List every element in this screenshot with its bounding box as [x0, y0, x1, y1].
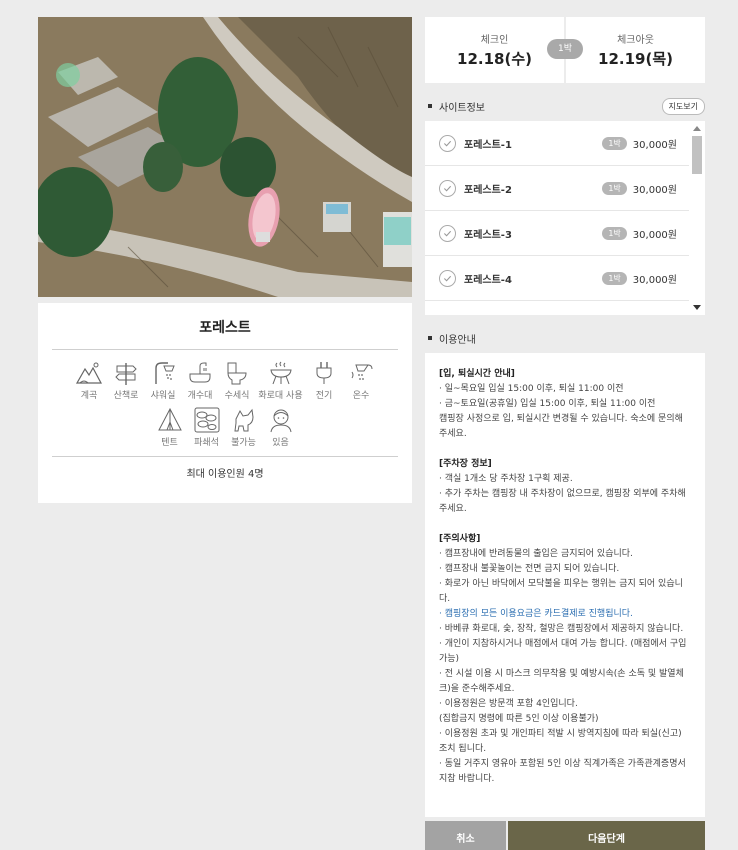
- amenity-item: 샤워실: [147, 360, 180, 401]
- booking-panel: 체크인 12.18(수) 체크아웃 12.19(목) 1박 사이트정보 지도보기…: [425, 17, 705, 850]
- gravel-icon: [194, 407, 219, 433]
- amenity-item: 있음: [264, 407, 297, 448]
- guide-title: 이용안내: [425, 331, 476, 346]
- nights-badge: 1박: [547, 39, 583, 59]
- next-step-button[interactable]: 다음단계: [508, 821, 705, 850]
- cancel-button[interactable]: 취소: [425, 821, 506, 850]
- site-row[interactable]: 포레스트-3 1박 30,000원: [425, 211, 689, 256]
- amenity-list: 계곡 산책로 샤워실 개수대 수세식 화로대 사용 전기 온수 텐트 파쇄석 불…: [52, 360, 398, 448]
- site-row-nights: 1박: [602, 271, 627, 285]
- valley-icon: [76, 362, 102, 384]
- checkout-date: 12.19(목): [598, 50, 673, 68]
- site-row[interactable]: 포레스트-1 1박 30,000원: [425, 121, 689, 166]
- card-divider: [52, 456, 398, 457]
- check-circle-icon[interactable]: [439, 269, 456, 287]
- site-list-scrollbar[interactable]: [689, 121, 705, 315]
- site-row-name: 포레스트-4: [464, 274, 512, 286]
- plug-icon: [316, 362, 332, 384]
- site-row-nights: 1박: [602, 181, 627, 195]
- site-list: 포레스트-1 1박 30,000원 포레스트-2 1박 30,000원 포레스트…: [425, 121, 689, 301]
- amenity-item: 전기: [308, 360, 341, 401]
- amenity-item: 개수대: [184, 360, 217, 401]
- check-circle-icon[interactable]: [439, 224, 456, 242]
- checkin-box[interactable]: 체크인 12.18(수): [425, 17, 564, 83]
- site-row-nights: 1박: [602, 226, 627, 240]
- amenity-item: 온수: [345, 360, 378, 401]
- site-row-name: 포레스트-1: [464, 139, 512, 151]
- site-row-price: 30,000원: [632, 184, 677, 196]
- shower-icon: [155, 362, 175, 384]
- scroll-up-arrow-icon[interactable]: [693, 126, 701, 131]
- amenity-item: 수세식: [221, 360, 254, 401]
- checkout-box[interactable]: 체크아웃 12.19(목): [566, 17, 705, 83]
- tent-icon: [157, 407, 182, 431]
- amenity-item: 텐트: [153, 407, 186, 448]
- parking-section: [주차장 정보] · 객실 1개소 당 주차장 1구획 제공. · 추가 주차는…: [439, 459, 686, 514]
- date-selector: 체크인 12.18(수) 체크아웃 12.19(목) 1박: [425, 17, 705, 83]
- sink-icon: [189, 362, 211, 383]
- checkin-time-section: [입, 퇴실시간 안내] · 일~목요일 입실 15:00 이후, 퇴실 11:…: [439, 369, 683, 439]
- map-view-button[interactable]: 지도보기: [661, 97, 705, 115]
- checkout-label: 체크아웃: [617, 35, 654, 46]
- scroll-down-arrow-icon[interactable]: [693, 305, 701, 310]
- site-row-price: 30,000원: [632, 274, 677, 286]
- site-row[interactable]: 포레스트-4 1박 30,000원: [425, 256, 689, 301]
- amenity-item: 파쇄석: [190, 407, 223, 448]
- site-title: 포레스트: [52, 317, 398, 350]
- site-list-container[interactable]: 포레스트-1 1박 30,000원 포레스트-2 1박 30,000원 포레스트…: [425, 121, 705, 315]
- site-info-header: 사이트정보 지도보기: [425, 91, 705, 121]
- site-aerial-photo: [38, 17, 412, 297]
- site-row[interactable]: 포레스트-2 1박 30,000원: [425, 166, 689, 211]
- site-row-name: 포레스트-2: [464, 184, 512, 196]
- site-info-title: 사이트정보: [425, 99, 485, 114]
- hot-water-icon: [351, 364, 373, 380]
- amenity-item: 계곡: [73, 360, 106, 401]
- site-detail-panel: 포레스트 계곡 산책로 샤워실 개수대 수세식 화로대 사용 전기 온수 텐트 …: [38, 17, 412, 503]
- trail-sign-icon: [115, 363, 137, 385]
- amenity-item: 화로대 사용: [258, 360, 304, 401]
- toilet-icon: [227, 362, 247, 385]
- check-circle-icon[interactable]: [439, 134, 456, 152]
- site-summary-card: 포레스트 계곡 산책로 샤워실 개수대 수세식 화로대 사용 전기 온수 텐트 …: [38, 303, 412, 503]
- site-row-name: 포레스트-3: [464, 229, 512, 241]
- site-row-nights: 1박: [602, 136, 627, 150]
- bullet-icon: [428, 104, 432, 108]
- no-pet-icon: [233, 408, 254, 432]
- checkin-date: 12.18(수): [457, 50, 532, 68]
- check-circle-icon[interactable]: [439, 179, 456, 197]
- action-buttons: 취소 다음단계: [425, 821, 705, 850]
- usage-guide: [입, 퇴실시간 안내] · 일~목요일 입실 15:00 이후, 퇴실 11:…: [425, 353, 705, 817]
- amenity-item: 불가능: [227, 407, 260, 448]
- site-row-price: 30,000원: [632, 139, 677, 151]
- max-people-text: 최대 이용인원 4명: [186, 469, 264, 480]
- guide-header: 이용안내: [425, 323, 705, 353]
- grill-icon: [269, 361, 292, 385]
- cautions-section: [주의사항] · 캠프장내에 반려동물의 출입은 금지되어 있습니다. · 캠프…: [439, 532, 691, 787]
- site-row-price: 30,000원: [632, 229, 677, 241]
- scroll-thumb[interactable]: [692, 136, 702, 174]
- checkin-label: 체크인: [480, 35, 509, 46]
- amenity-item: 산책로: [110, 360, 143, 401]
- staff-icon: [270, 409, 291, 433]
- card-payment-notice: · 캠핑장의 모든 이용요금은 카드결제로 진행됩니다.: [439, 609, 633, 619]
- bullet-icon: [428, 336, 432, 340]
